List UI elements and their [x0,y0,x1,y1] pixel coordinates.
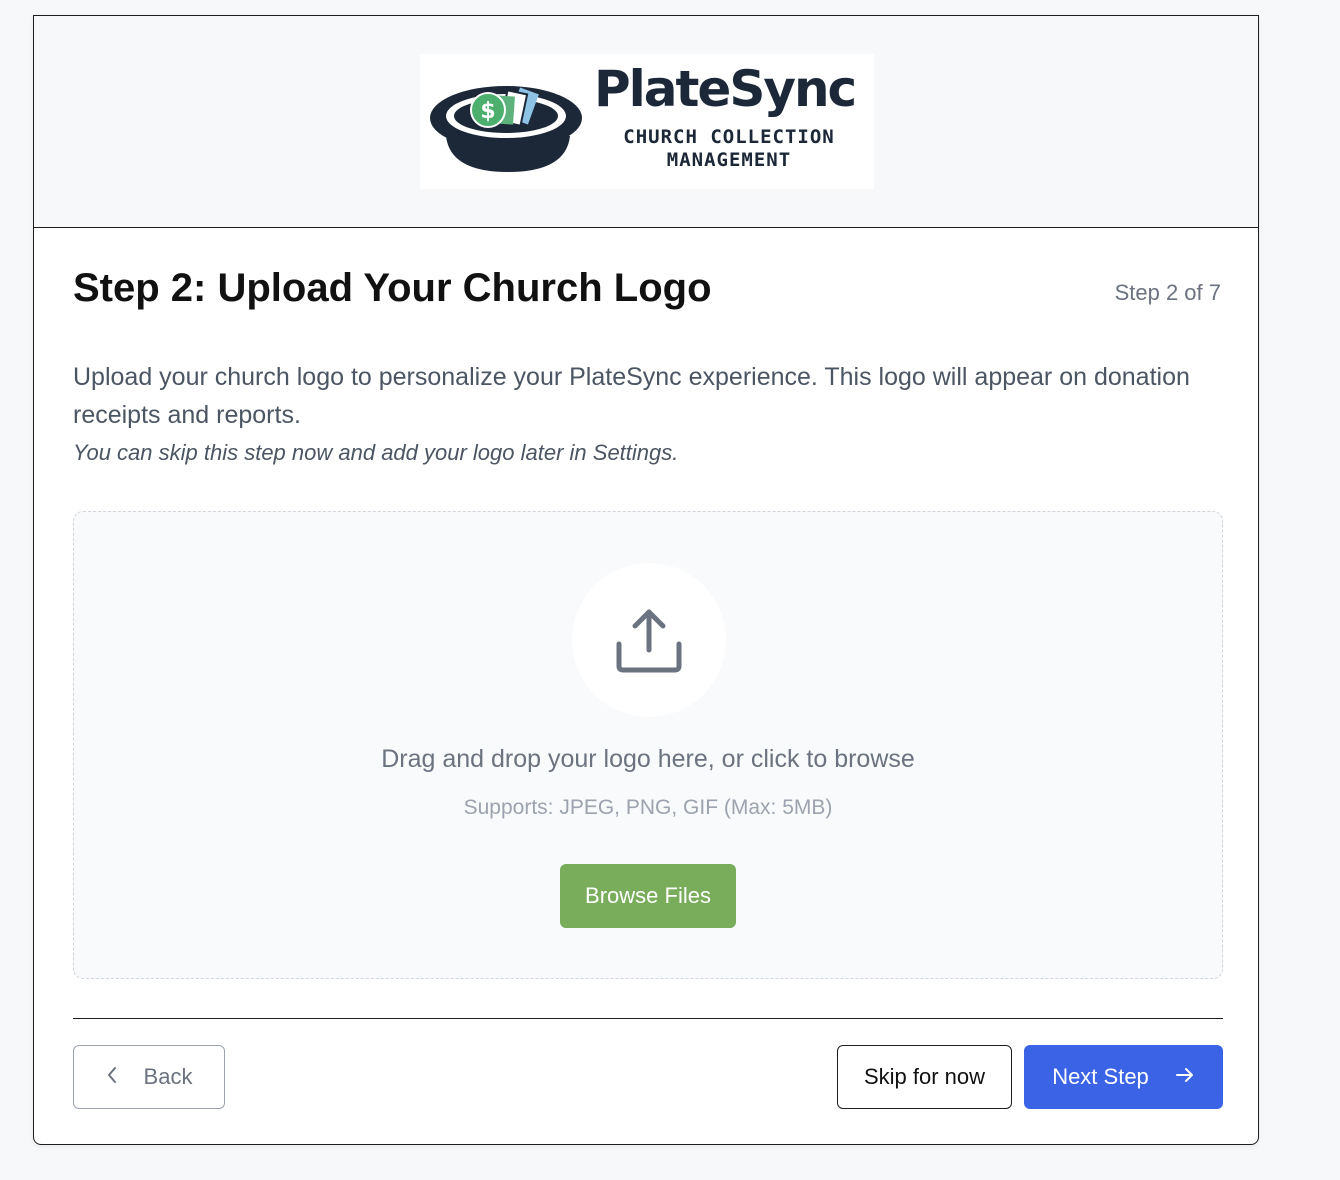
page-title: Step 2: Upload Your Church Logo [73,266,712,310]
brand-name: PlateSync [594,60,857,118]
step-indicator: Step 2 of 7 [1114,280,1221,305]
onboarding-card: $ PlateSync CHURCH COLLECTION MANAGEMENT… [33,15,1259,1145]
upload-icon [616,609,682,673]
svg-text:$: $ [480,99,495,124]
skip-for-now-button[interactable]: Skip for now [837,1045,1012,1109]
platesync-logo: $ PlateSync CHURCH COLLECTION MANAGEMENT [420,54,874,189]
browse-files-button[interactable]: Browse Files [560,864,736,928]
upload-icon-circle [572,563,726,717]
dropzone-prompt: Drag and drop your logo here, or click t… [381,745,915,773]
arrow-right-icon [1175,1064,1195,1090]
back-button[interactable]: Back [73,1045,225,1109]
supported-formats: Supports: JPEG, PNG, GIF (Max: 5MB) [463,796,833,819]
card-header: $ PlateSync CHURCH COLLECTION MANAGEMENT [34,16,1258,228]
next-step-button[interactable]: Next Step [1024,1045,1223,1109]
chevron-left-icon [106,1064,118,1090]
back-button-label: Back [143,1064,193,1089]
brand-tagline: CHURCH COLLECTION MANAGEMENT [606,126,852,172]
footer-divider [73,1018,1223,1019]
next-button-label: Next Step [1052,1064,1149,1089]
logo-dropzone[interactable]: Drag and drop your logo here, or click t… [73,511,1223,979]
skip-button-label: Skip for now [863,1064,986,1089]
brand-tagline-line1: CHURCH COLLECTION [623,126,835,148]
skip-note: You can skip this step now and add your … [73,440,679,465]
brand-tagline-line2: MANAGEMENT [666,149,792,171]
page-description: Upload your church logo to personalize y… [73,363,1190,429]
collection-plate-with-money-icon: $ [430,86,582,172]
